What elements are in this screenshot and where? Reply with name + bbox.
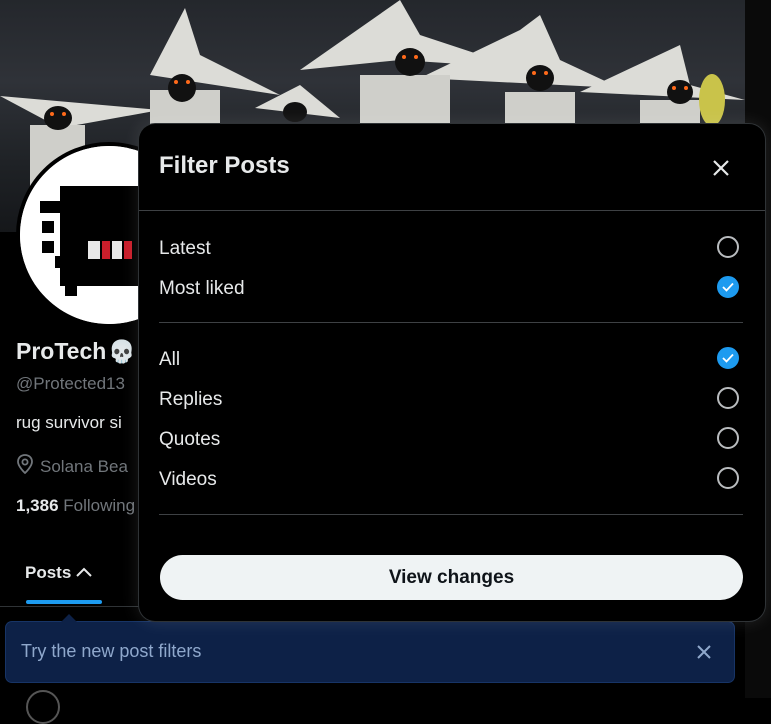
radio-all[interactable] — [717, 347, 739, 369]
radio-most-liked[interactable] — [717, 276, 739, 298]
profile-name-text: ProTech — [16, 338, 107, 364]
toast-close-button[interactable] — [694, 642, 714, 662]
dialog-title: Filter Posts — [159, 152, 290, 179]
header-divider — [139, 210, 765, 211]
section-divider — [159, 514, 743, 515]
following-count: 1,386 — [16, 496, 59, 515]
type-option-quotes[interactable]: Quotes — [159, 422, 743, 458]
view-changes-button[interactable]: View changes — [160, 555, 743, 600]
option-label: Most liked — [159, 278, 245, 299]
option-label: Videos — [159, 469, 217, 490]
chevron-up-icon — [75, 563, 93, 583]
skull-emoji-icon: 💀 — [108, 339, 136, 364]
tab-posts-label: Posts — [25, 563, 72, 582]
bottom-avatar-partial — [26, 690, 60, 724]
sort-option-most-liked[interactable]: Most liked — [159, 271, 743, 307]
toast-pointer — [61, 614, 77, 622]
option-label: Latest — [159, 238, 211, 259]
radio-replies[interactable] — [717, 387, 739, 409]
profile-bio: rug survivor si — [16, 413, 122, 432]
type-option-videos[interactable]: Videos — [159, 462, 743, 498]
option-label: Replies — [159, 389, 223, 410]
radio-quotes[interactable] — [717, 427, 739, 449]
section-divider — [159, 322, 743, 323]
location-pin-icon — [16, 454, 34, 479]
filter-posts-dialog: Filter Posts Latest Most liked All Repli… — [139, 124, 765, 621]
sort-option-latest[interactable]: Latest — [159, 231, 743, 267]
tab-posts[interactable]: Posts — [16, 548, 112, 606]
dialog-close-button[interactable] — [706, 153, 736, 183]
type-option-all[interactable]: All — [159, 342, 743, 378]
check-icon — [722, 282, 734, 292]
option-label: Quotes — [159, 429, 221, 450]
radio-latest[interactable] — [717, 236, 739, 258]
following-label: Following — [63, 496, 136, 515]
profile-handle: @Protected13 — [16, 374, 125, 393]
profile-name: ProTech💀 — [16, 338, 136, 365]
profile-location: Solana Bea — [16, 454, 128, 479]
following-stat[interactable]: 1,386 Following — [16, 496, 135, 516]
option-label: All — [159, 349, 181, 370]
close-icon — [697, 645, 711, 659]
location-text: Solana Bea — [40, 456, 128, 476]
radio-videos[interactable] — [717, 467, 739, 489]
type-option-replies[interactable]: Replies — [159, 382, 743, 418]
post-filters-toast: Try the new post filters — [6, 614, 734, 682]
check-icon — [722, 353, 734, 363]
toast-text: Try the new post filters — [21, 641, 202, 661]
active-tab-indicator — [26, 600, 102, 604]
close-icon — [713, 160, 729, 176]
tab-divider — [0, 606, 139, 607]
